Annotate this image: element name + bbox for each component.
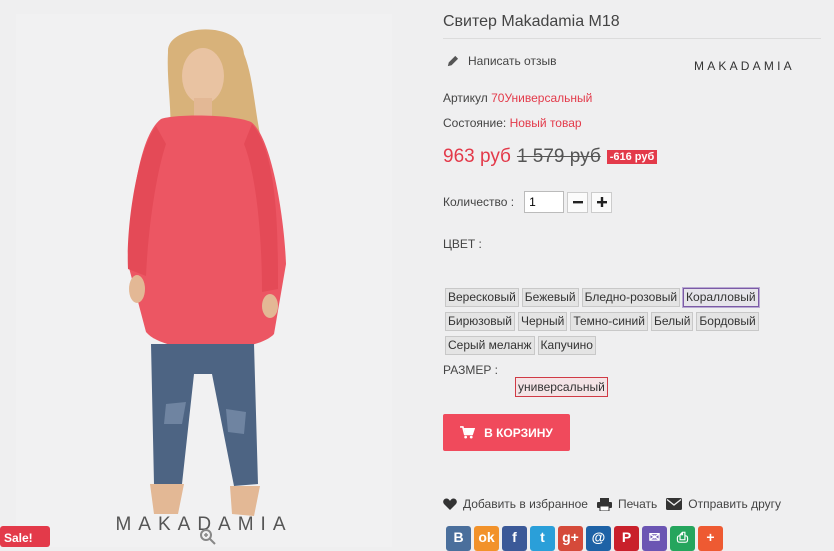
condition-row: Состояние: Новый товар	[443, 116, 582, 130]
product-image[interactable]: MAKADAMIA	[16, 14, 392, 547]
quantity-stepper: Количество :	[443, 191, 613, 213]
sale-badge: Sale!	[0, 526, 50, 547]
mailru-share-icon[interactable]: @	[586, 526, 611, 551]
discount-badge: -616 руб	[606, 150, 658, 164]
zoom-icon[interactable]	[199, 528, 219, 547]
divider	[443, 38, 821, 39]
current-price: 963 руб	[443, 146, 511, 167]
email-share-icon[interactable]: ✉	[642, 526, 667, 551]
quantity-input[interactable]	[524, 191, 565, 213]
heart-icon	[443, 498, 457, 510]
envelope-icon	[666, 498, 683, 510]
color-row: Серый меланж Капучино	[445, 336, 825, 355]
decrease-quantity-button[interactable]	[567, 191, 589, 213]
googleplus-share-icon[interactable]: g+	[558, 526, 583, 551]
write-review-label: Написать отзыв	[468, 54, 557, 68]
twitter-share-icon[interactable]: t	[530, 526, 555, 551]
brand-logo[interactable]: MAKADAMIA	[694, 59, 795, 73]
color-option[interactable]: Бордовый	[696, 312, 759, 331]
print-share-icon[interactable]: ⎙	[670, 526, 695, 551]
send-to-friend-link[interactable]: Отправить другу	[666, 497, 781, 511]
size-option-selected[interactable]: универсальный	[515, 377, 608, 397]
color-option[interactable]: Бежевый	[521, 288, 579, 307]
color-row: Бирюзовый Черный Темно-синий Белый Бордо…	[445, 312, 825, 331]
article-row: Артикул 70Универсальный	[443, 91, 592, 105]
color-option[interactable]: Белый	[650, 312, 694, 331]
print-label: Печать	[617, 497, 658, 511]
color-option-selected[interactable]: Коралловый	[682, 287, 760, 308]
facebook-share-icon[interactable]: f	[502, 526, 527, 551]
condition-label: Состояние:	[443, 116, 507, 130]
product-title: Свитер Makadamia M18	[443, 13, 620, 30]
color-option[interactable]: Черный	[518, 312, 568, 331]
send-to-friend-label: Отправить другу	[688, 497, 782, 511]
vk-share-icon[interactable]: B	[446, 526, 471, 551]
cart-icon	[460, 426, 476, 439]
add-to-wishlist-label: Добавить в избранное	[463, 497, 588, 511]
color-options: Вересковый Бежевый Бледно-розовый Коралл…	[445, 287, 825, 360]
condition-value: Новый товар	[509, 116, 582, 130]
product-actions: Добавить в избранное Печать Отправить др…	[443, 497, 781, 511]
printer-icon	[596, 497, 612, 511]
more-share-icon[interactable]: +	[698, 526, 723, 551]
add-to-cart-button[interactable]: В КОРЗИНУ	[443, 414, 570, 451]
color-option[interactable]: Вересковый	[445, 288, 519, 307]
color-label: ЦВЕТ :	[443, 237, 482, 251]
minus-icon	[572, 201, 583, 204]
print-link[interactable]: Печать	[596, 497, 658, 511]
price-block: 963 руб 1 579 руб -616 руб	[443, 146, 658, 168]
old-price: 1 579 руб	[516, 146, 601, 167]
model-figure	[127, 29, 286, 516]
color-option[interactable]: Бледно-розовый	[581, 288, 681, 307]
color-option[interactable]: Темно-синий	[570, 312, 648, 331]
pencil-icon	[447, 55, 459, 66]
size-label: РАЗМЕР :	[443, 363, 498, 377]
article-label: Артикул	[443, 91, 488, 105]
share-buttons: Bok f t g+ @ P ✉ ⎙ +	[446, 526, 723, 551]
plus-icon	[596, 197, 607, 207]
write-review-link[interactable]: Написать отзыв	[446, 54, 556, 68]
increase-quantity-button[interactable]	[591, 191, 613, 213]
color-option[interactable]: Бирюзовый	[445, 312, 515, 331]
ok-share-icon[interactable]: ok	[474, 526, 499, 551]
article-value: 70Универсальный	[491, 91, 593, 105]
color-option[interactable]: Серый меланж	[445, 336, 535, 355]
color-row: Вересковый Бежевый Бледно-розовый Коралл…	[445, 287, 825, 308]
color-option[interactable]: Капучино	[537, 336, 596, 355]
add-to-wishlist-link[interactable]: Добавить в избранное	[443, 497, 588, 511]
pinterest-share-icon[interactable]: P	[614, 526, 639, 551]
quantity-label: Количество :	[443, 195, 515, 209]
add-to-cart-label: В КОРЗИНУ	[484, 425, 553, 440]
